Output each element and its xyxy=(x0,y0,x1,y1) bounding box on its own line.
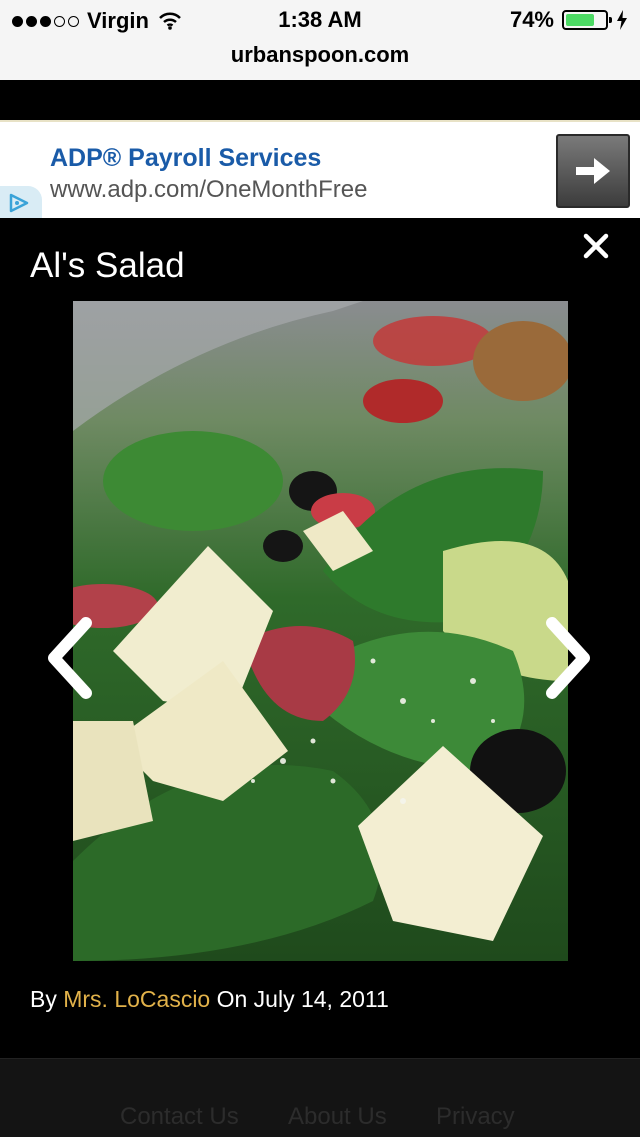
author-link[interactable]: Mrs. LoCascio xyxy=(63,986,210,1012)
photo-credit: By Mrs. LoCascio On July 14, 2011 xyxy=(30,986,389,1013)
address-bar[interactable]: urbanspoon.com xyxy=(0,40,640,80)
ad-title[interactable]: ADP® Payroll Services xyxy=(50,144,321,173)
ad-url[interactable]: www.adp.com/OneMonthFree xyxy=(50,176,367,204)
footer-link-about[interactable]: About Us xyxy=(288,1103,387,1131)
close-icon xyxy=(583,233,609,259)
chevron-right-icon xyxy=(546,617,590,699)
adchoices-icon[interactable] xyxy=(0,186,42,218)
ad-banner[interactable]: ADP® Payroll Services www.adp.com/OneMon… xyxy=(0,120,640,218)
photo-title: Al's Salad xyxy=(30,246,185,285)
credit-date: On July 14, 2011 xyxy=(216,986,389,1012)
top-spacer xyxy=(0,80,640,120)
previous-photo-button[interactable] xyxy=(42,613,98,703)
footer-link-contact[interactable]: Contact Us xyxy=(120,1103,239,1131)
status-bar: Virgin 1:38 AM 74% xyxy=(0,0,640,40)
battery-icon xyxy=(562,10,612,30)
page-url: urbanspoon.com xyxy=(230,42,410,67)
salad-photo xyxy=(73,301,568,961)
charging-bolt-icon xyxy=(617,10,627,30)
photo-viewer: Al's Salad By Mrs. LoCascio On July 14, … xyxy=(0,218,640,1058)
footer-link-privacy[interactable]: Privacy xyxy=(436,1103,515,1131)
next-photo-button[interactable] xyxy=(540,613,596,703)
ad-arrow-button[interactable] xyxy=(556,134,630,208)
credit-by-label: By xyxy=(30,986,57,1012)
arrow-right-icon xyxy=(576,158,610,184)
close-button[interactable] xyxy=(578,228,614,264)
chevron-left-icon xyxy=(48,617,92,699)
status-right: 74% xyxy=(510,7,628,33)
footer: Contact Us About Us Privacy xyxy=(0,1058,640,1137)
battery-percent: 74% xyxy=(509,7,554,32)
battery-level xyxy=(566,14,594,26)
